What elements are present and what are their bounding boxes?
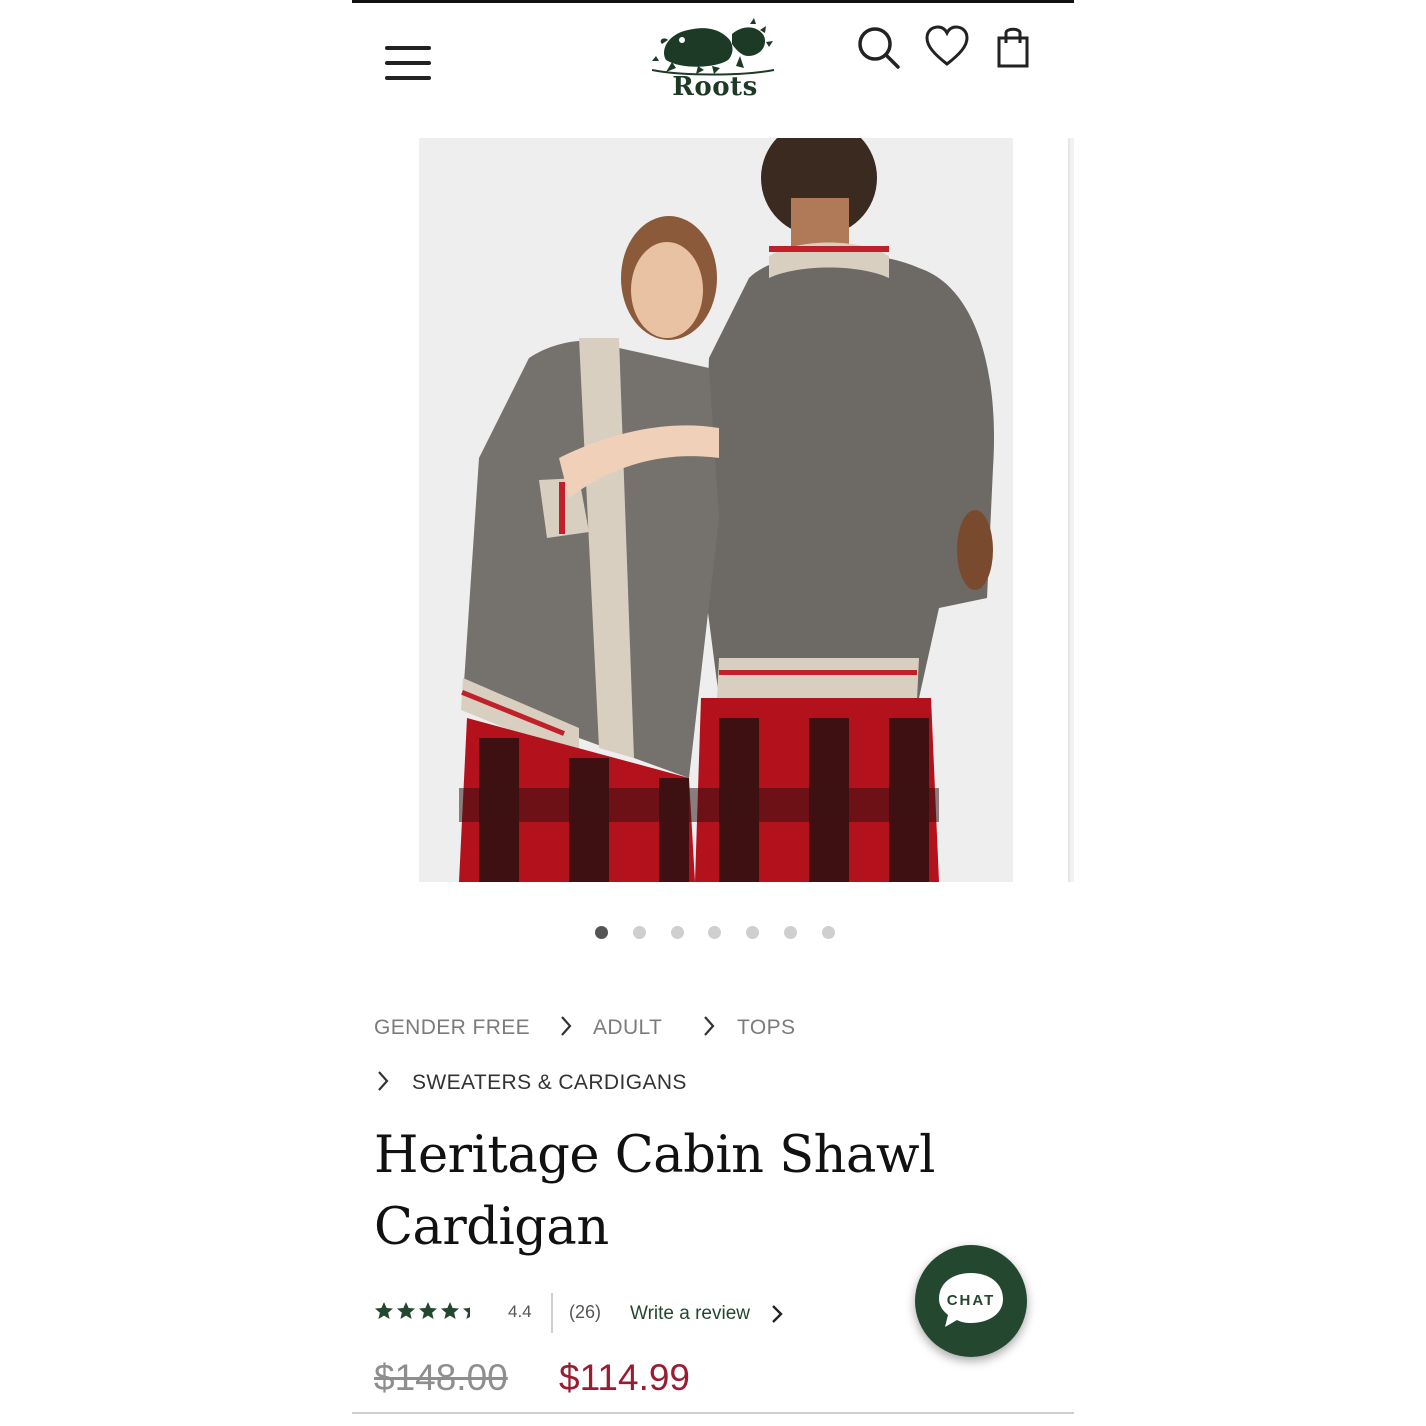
breadcrumb-gender-free[interactable]: GENDER FREE [374, 1016, 530, 1040]
product-title-line-2: Cardigan [374, 1198, 609, 1257]
chat-button[interactable]: CHAT [915, 1245, 1027, 1357]
roots-logo[interactable]: Roots [651, 16, 778, 106]
shopping-bag-icon[interactable] [992, 24, 1038, 70]
sale-price: $114.99 [559, 1357, 690, 1398]
star-rating-icon [374, 1300, 484, 1324]
breadcrumb-tops[interactable]: TOPS [737, 1016, 795, 1040]
carousel-dots [352, 926, 1074, 942]
breadcrumb-sweaters-cardigans[interactable]: SWEATERS & CARDIGANS [412, 1071, 687, 1095]
write-review-link[interactable]: Write a review [630, 1303, 750, 1325]
chevron-right-icon[interactable] [770, 1302, 784, 1326]
chevron-right-icon [378, 1071, 389, 1091]
beaver-logo-icon [651, 18, 775, 76]
product-title: Heritage Cabin Shawl Cardigan [374, 1120, 974, 1264]
next-image-peek [1068, 138, 1074, 882]
carousel-dot-2[interactable] [633, 926, 646, 939]
chevron-right-icon [561, 1016, 572, 1036]
chat-bubble-icon: CHAT [939, 1273, 1003, 1327]
hamburger-menu-icon[interactable] [385, 44, 431, 82]
carousel-dot-4[interactable] [708, 926, 721, 939]
carousel-dot-3[interactable] [671, 926, 684, 939]
product-photo [419, 138, 1013, 882]
product-image[interactable] [419, 138, 1013, 882]
carousel-dot-1[interactable] [595, 926, 608, 939]
original-price: $148.00 [374, 1357, 508, 1398]
top-divider [352, 0, 1074, 3]
carousel-dot-6[interactable] [784, 926, 797, 939]
carousel-dot-7[interactable] [822, 926, 835, 939]
chat-label: CHAT [947, 1292, 996, 1309]
product-page: Roots GENDER FREE ADULT TOPS SWEATERS & … [352, 0, 1074, 1426]
chevron-right-icon [704, 1016, 715, 1036]
divider [551, 1293, 553, 1333]
review-count[interactable]: (26) [569, 1302, 601, 1323]
product-title-line-1: Heritage Cabin Shawl [374, 1126, 935, 1185]
carousel-dot-5[interactable] [746, 926, 759, 939]
rating-value: 4.4 [508, 1302, 532, 1321]
search-icon[interactable] [855, 24, 901, 70]
bottom-divider [352, 1412, 1074, 1414]
heart-icon[interactable] [924, 24, 970, 70]
breadcrumb-adult[interactable]: ADULT [593, 1016, 662, 1040]
brand-wordmark: Roots [672, 72, 758, 102]
